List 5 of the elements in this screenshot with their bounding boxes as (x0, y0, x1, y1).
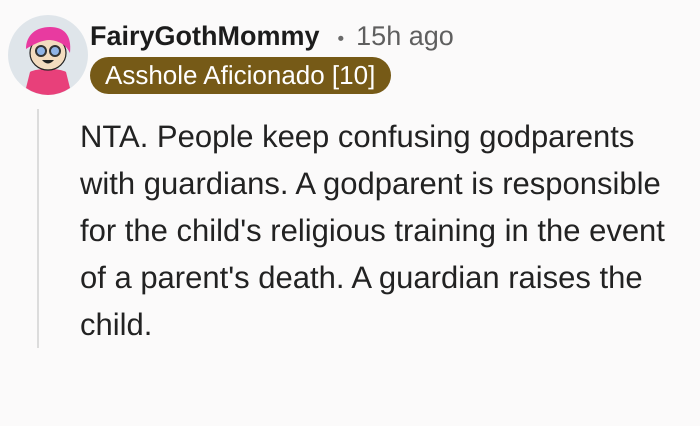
separator-dot: • (336, 29, 346, 50)
comment-text: NTA. People keep confusing godparents with guardians. A godparent is responsible for the child's religious training in the event of a parent's death. A guardian raises the child. (80, 118, 666, 344)
user-flair: Asshole Aficionado [10] (90, 57, 392, 94)
username[interactable]: FairyGothMommy (90, 21, 320, 52)
timestamp: 15h ago (356, 21, 454, 52)
